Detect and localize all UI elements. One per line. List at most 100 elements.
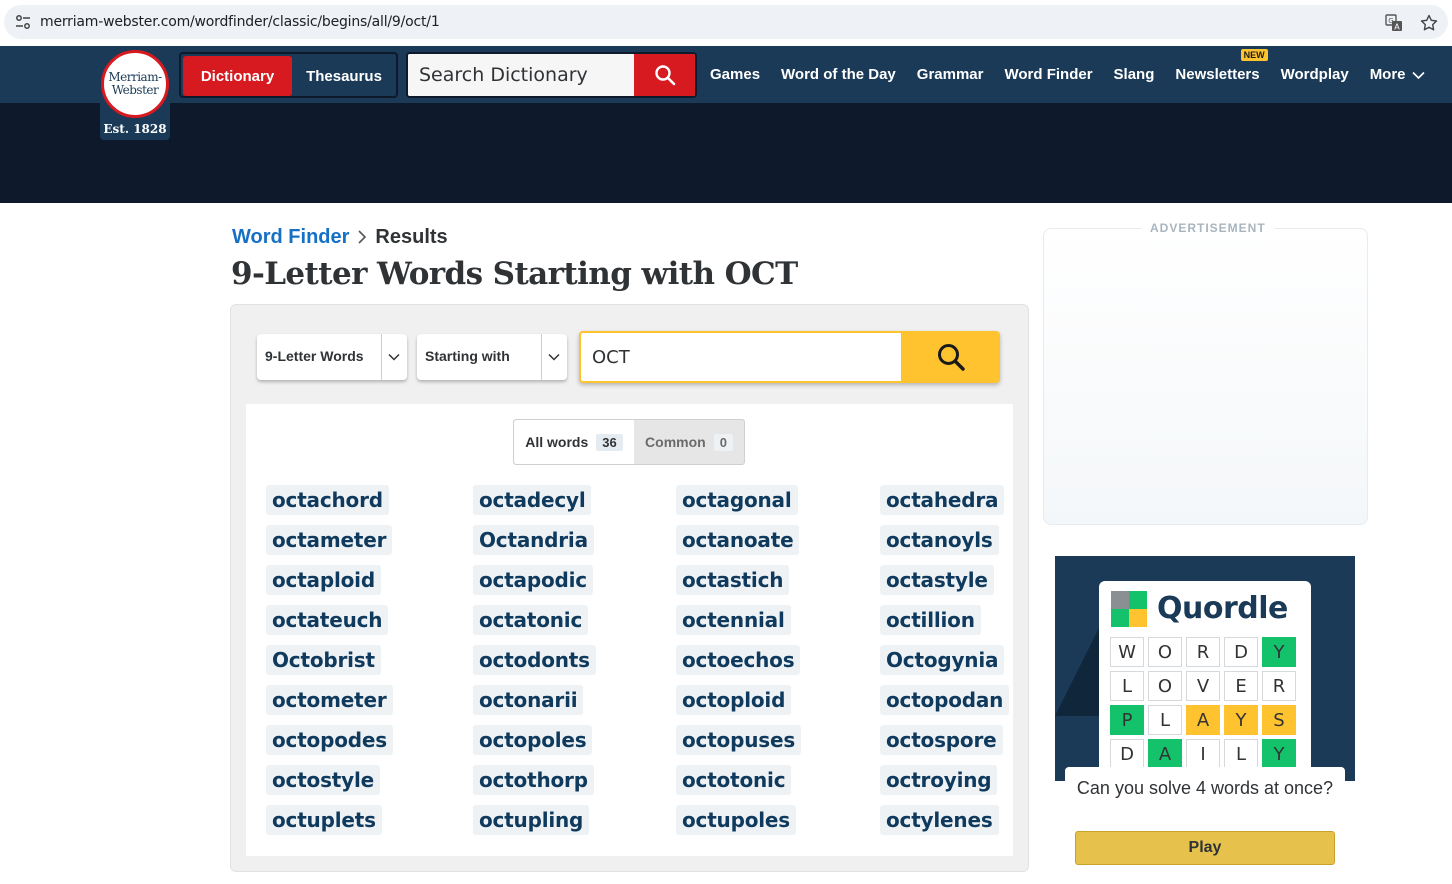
word-link[interactable]: octodonts bbox=[473, 645, 596, 675]
word-link[interactable]: octatonic bbox=[473, 605, 589, 635]
nav-grammar[interactable]: Grammar bbox=[917, 66, 984, 83]
word-link[interactable]: octupling bbox=[473, 805, 590, 835]
mode-select[interactable]: Starting with bbox=[417, 334, 567, 380]
word-link[interactable]: octameter bbox=[266, 525, 393, 555]
word-cell: octahedra bbox=[880, 485, 1006, 525]
nav-newsletters-label: Newsletters bbox=[1175, 66, 1260, 83]
address-bar[interactable]: merriam-webster.com/wordfinder/classic/b… bbox=[4, 5, 1448, 39]
word-finder-panel: 9-Letter Words Starting with All words 3… bbox=[230, 304, 1029, 872]
word-link[interactable]: octupoles bbox=[676, 805, 796, 835]
search-input[interactable] bbox=[408, 54, 634, 96]
all-words-button[interactable]: All words 36 bbox=[514, 420, 634, 464]
quordle-promo[interactable]: Quordle WORDYLOVERPLAYSDAILY Can you sol… bbox=[1055, 556, 1355, 884]
word-link[interactable]: Octobrist bbox=[266, 645, 381, 675]
word-cell: octachord bbox=[266, 485, 473, 525]
word-link[interactable]: octopuses bbox=[676, 725, 802, 755]
breadcrumb-word-finder[interactable]: Word Finder bbox=[232, 226, 349, 249]
word-link[interactable]: Octandria bbox=[473, 525, 594, 555]
word-cell: octoploid bbox=[676, 685, 880, 725]
word-cell: octonarii bbox=[473, 685, 676, 725]
word-link[interactable]: octoechos bbox=[676, 645, 801, 675]
word-link[interactable]: octaploid bbox=[266, 565, 381, 595]
bookmark-star-icon[interactable] bbox=[1419, 13, 1439, 33]
word-link[interactable]: octostyle bbox=[266, 765, 381, 795]
nav-wordplay[interactable]: Wordplay bbox=[1281, 66, 1349, 83]
nav-more[interactable]: More bbox=[1370, 66, 1425, 83]
translate-icon[interactable]: A G bbox=[1384, 13, 1404, 33]
word-link[interactable]: octopoles bbox=[473, 725, 593, 755]
tab-dictionary[interactable]: Dictionary bbox=[183, 56, 292, 96]
site-info-icon[interactable] bbox=[14, 13, 32, 31]
letters-search bbox=[579, 331, 1000, 383]
quordle-tile: Y bbox=[1262, 739, 1296, 769]
word-cell: octuplets bbox=[266, 805, 473, 845]
word-link[interactable]: octroying bbox=[880, 765, 998, 795]
word-cell: octodonts bbox=[473, 645, 676, 685]
url-text[interactable]: merriam-webster.com/wordfinder/classic/b… bbox=[40, 14, 440, 30]
quordle-tile: A bbox=[1148, 739, 1182, 769]
nav-games[interactable]: Games bbox=[710, 66, 760, 83]
word-cell: octupoles bbox=[676, 805, 880, 845]
quordle-tile: L bbox=[1110, 671, 1144, 701]
chevron-right-icon bbox=[358, 230, 367, 244]
word-link[interactable]: octanoate bbox=[676, 525, 800, 555]
word-link[interactable]: octastich bbox=[676, 565, 790, 595]
word-cell: octospore bbox=[880, 725, 1006, 765]
word-link[interactable]: octoploid bbox=[676, 685, 792, 715]
word-link[interactable]: octothorp bbox=[473, 765, 594, 795]
word-link[interactable]: octennial bbox=[676, 605, 791, 635]
nav-word-of-the-day[interactable]: Word of the Day bbox=[781, 66, 896, 83]
top-nav: Dictionary Thesaurus Games Word of the D… bbox=[0, 46, 1452, 103]
word-cell: Octobrist bbox=[266, 645, 473, 685]
word-cell: octameter bbox=[266, 525, 473, 565]
word-link[interactable]: octahedra bbox=[880, 485, 1005, 515]
word-link[interactable]: octadecyl bbox=[473, 485, 592, 515]
common-words-button[interactable]: Common 0 bbox=[634, 420, 744, 464]
word-link[interactable]: octanoyls bbox=[880, 525, 999, 555]
word-link[interactable]: octastyle bbox=[880, 565, 994, 595]
find-words-button[interactable] bbox=[901, 333, 998, 381]
dictionary-search bbox=[406, 52, 697, 98]
search-icon bbox=[654, 65, 675, 86]
promo-text: Can you solve 4 words at once? bbox=[1076, 778, 1334, 798]
word-link[interactable]: octonarii bbox=[473, 685, 584, 715]
nav-newsletters[interactable]: Newsletters NEW bbox=[1175, 49, 1268, 83]
word-link[interactable]: Octogynia bbox=[880, 645, 1005, 675]
quordle-tile: S bbox=[1262, 705, 1296, 735]
word-link[interactable]: octillion bbox=[880, 605, 981, 635]
quordle-tile: R bbox=[1262, 671, 1296, 701]
word-link[interactable]: octagonal bbox=[676, 485, 798, 515]
word-link[interactable]: octospore bbox=[880, 725, 1003, 755]
play-button[interactable]: Play bbox=[1075, 831, 1335, 865]
new-badge: NEW bbox=[1240, 49, 1268, 61]
word-link[interactable]: octuplets bbox=[266, 805, 382, 835]
tab-thesaurus[interactable]: Thesaurus bbox=[292, 56, 396, 96]
word-link[interactable]: octachord bbox=[266, 485, 389, 515]
search-button[interactable] bbox=[634, 54, 695, 96]
nav-more-label: More bbox=[1369, 66, 1406, 83]
word-link[interactable]: octylenes bbox=[880, 805, 999, 835]
word-cell: octadecyl bbox=[473, 485, 676, 525]
nav-slang[interactable]: Slang bbox=[1114, 66, 1155, 83]
quordle-title: Quordle bbox=[1157, 591, 1288, 626]
quordle-tile: Y bbox=[1224, 705, 1258, 735]
word-link[interactable]: octateuch bbox=[266, 605, 389, 635]
word-link[interactable]: octopodes bbox=[266, 725, 393, 755]
quordle-grid: WORDYLOVERPLAYSDAILY bbox=[1110, 637, 1296, 769]
word-link[interactable]: octometer bbox=[266, 685, 393, 715]
nav-word-finder[interactable]: Word Finder bbox=[1004, 66, 1092, 83]
word-link[interactable]: octopodan bbox=[880, 685, 1010, 715]
word-cell: octapodic bbox=[473, 565, 676, 605]
word-link[interactable]: octotonic bbox=[676, 765, 792, 795]
word-cell: octothorp bbox=[473, 765, 676, 805]
word-cell: Octogynia bbox=[880, 645, 1006, 685]
letters-input[interactable] bbox=[581, 333, 901, 381]
quordle-tile: A bbox=[1186, 705, 1220, 735]
quordle-card: Quordle WORDYLOVERPLAYSDAILY bbox=[1099, 581, 1311, 781]
advertisement-slot bbox=[1043, 228, 1368, 525]
chevron-down-icon bbox=[388, 353, 400, 361]
site-logo[interactable]: Merriam- Webster Est. 1828 bbox=[100, 48, 170, 140]
length-select[interactable]: 9-Letter Words bbox=[257, 334, 407, 380]
all-words-count: 36 bbox=[596, 433, 623, 451]
word-link[interactable]: octapodic bbox=[473, 565, 593, 595]
